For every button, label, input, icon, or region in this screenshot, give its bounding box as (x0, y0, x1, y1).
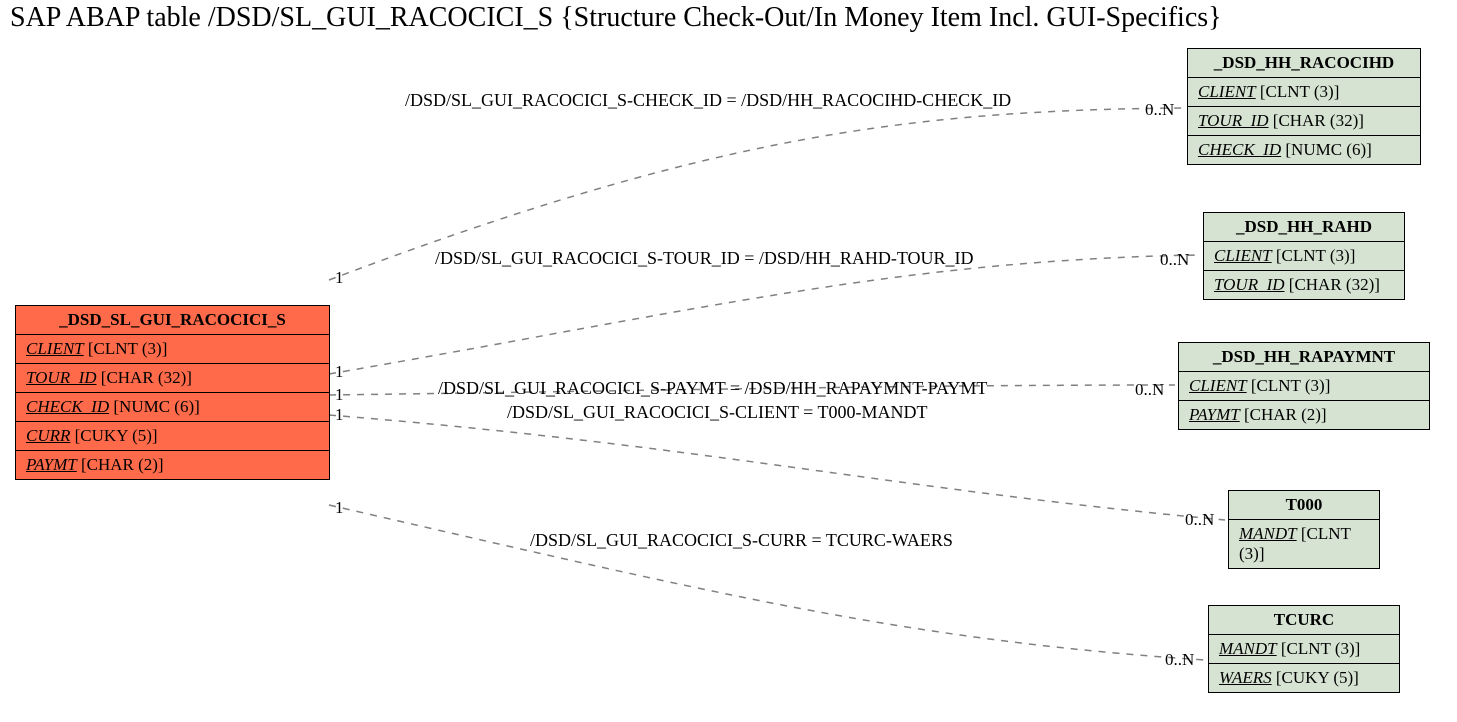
page-title: SAP ABAP table /DSD/SL_GUI_RACOCICI_S {S… (10, 2, 1222, 34)
entity-name: _DSD_HH_RAHD (1204, 213, 1404, 242)
field-row: MANDT [CLNT (3)] (1209, 635, 1399, 664)
field-key: CHECK_ID (26, 397, 109, 416)
entity-racocihd: _DSD_HH_RACOCIHD CLIENT [CLNT (3)] TOUR_… (1187, 48, 1421, 165)
field-key: CHECK_ID (1198, 140, 1281, 159)
field-row: CLIENT [CLNT (3)] (1179, 372, 1429, 401)
field-row: CURR [CUKY (5)] (16, 422, 329, 451)
field-key: CLIENT (1189, 376, 1247, 395)
cardinality-right: 0..N (1165, 650, 1194, 670)
cardinality-right: 0..N (1160, 250, 1189, 270)
field-key: PAYMT (26, 455, 77, 474)
relation-label: /DSD/SL_GUI_RACOCICI_S-CLIENT = T000-MAN… (507, 402, 928, 423)
entity-name: _DSD_HH_RAPAYMNT (1179, 343, 1429, 372)
field-row: TOUR_ID [CHAR (32)] (16, 364, 329, 393)
field-type: [CLNT (3)] (1276, 246, 1355, 265)
field-key: CLIENT (1198, 82, 1256, 101)
field-type: [CHAR (2)] (1244, 405, 1327, 424)
field-row: WAERS [CUKY (5)] (1209, 664, 1399, 692)
field-type: [NUMC (6)] (113, 397, 199, 416)
cardinality-left: 1 (335, 268, 344, 288)
entity-main-name: _DSD_SL_GUI_RACOCICI_S (16, 306, 329, 335)
field-type: [CLNT (3)] (1260, 82, 1339, 101)
field-key: TOUR_ID (1198, 111, 1269, 130)
field-type: [CLNT (3)] (1281, 639, 1360, 658)
field-type: [CLNT (3)] (1251, 376, 1330, 395)
relation-label: /DSD/SL_GUI_RACOCICI_S-TOUR_ID = /DSD/HH… (435, 248, 974, 269)
field-key: WAERS (1219, 668, 1272, 687)
field-type: [CLNT (3)] (88, 339, 167, 358)
field-key: MANDT (1239, 524, 1297, 543)
field-row: CHECK_ID [NUMC (6)] (16, 393, 329, 422)
entity-main: _DSD_SL_GUI_RACOCICI_S CLIENT [CLNT (3)]… (15, 305, 330, 480)
relation-label: /DSD/SL_GUI_RACOCICI_S-CHECK_ID = /DSD/H… (405, 90, 1011, 111)
entity-rahd: _DSD_HH_RAHD CLIENT [CLNT (3)] TOUR_ID [… (1203, 212, 1405, 300)
field-row: PAYMT [CHAR (2)] (1179, 401, 1429, 429)
field-key: MANDT (1219, 639, 1277, 658)
field-row: PAYMT [CHAR (2)] (16, 451, 329, 479)
entity-name: _DSD_HH_RACOCIHD (1188, 49, 1420, 78)
field-key: CLIENT (26, 339, 84, 358)
field-type: [CHAR (32)] (101, 368, 192, 387)
entity-t000: T000 MANDT [CLNT (3)] (1228, 490, 1380, 569)
cardinality-left: 1 (335, 385, 344, 405)
field-type: [NUMC (6)] (1285, 140, 1371, 159)
relation-label: /DSD/SL_GUI_RACOCICI_S-PAYMT = /DSD/HH_R… (438, 378, 987, 399)
cardinality-left: 1 (335, 405, 344, 425)
cardinality-right: 0..N (1145, 100, 1174, 120)
field-type: [CHAR (32)] (1273, 111, 1364, 130)
relation-label: /DSD/SL_GUI_RACOCICI_S-CURR = TCURC-WAER… (530, 530, 953, 551)
cardinality-left: 1 (335, 498, 344, 518)
field-row: MANDT [CLNT (3)] (1229, 520, 1379, 568)
cardinality-right: 0..N (1135, 380, 1164, 400)
field-row: CLIENT [CLNT (3)] (1188, 78, 1420, 107)
field-key: TOUR_ID (1214, 275, 1285, 294)
field-type: [CHAR (2)] (81, 455, 164, 474)
field-type: [CHAR (32)] (1289, 275, 1380, 294)
field-row: TOUR_ID [CHAR (32)] (1204, 271, 1404, 299)
cardinality-right: 0..N (1185, 510, 1214, 530)
field-row: CHECK_ID [NUMC (6)] (1188, 136, 1420, 164)
field-row: CLIENT [CLNT (3)] (16, 335, 329, 364)
entity-rapaymnt: _DSD_HH_RAPAYMNT CLIENT [CLNT (3)] PAYMT… (1178, 342, 1430, 430)
field-row: TOUR_ID [CHAR (32)] (1188, 107, 1420, 136)
entity-name: TCURC (1209, 606, 1399, 635)
cardinality-left: 1 (335, 362, 344, 382)
entity-tcurc: TCURC MANDT [CLNT (3)] WAERS [CUKY (5)] (1208, 605, 1400, 693)
field-key: TOUR_ID (26, 368, 97, 387)
field-key: CURR (26, 426, 70, 445)
field-key: CLIENT (1214, 246, 1272, 265)
field-type: [CUKY (5)] (1276, 668, 1359, 687)
field-type: [CUKY (5)] (75, 426, 158, 445)
field-key: PAYMT (1189, 405, 1240, 424)
entity-name: T000 (1229, 491, 1379, 520)
field-row: CLIENT [CLNT (3)] (1204, 242, 1404, 271)
